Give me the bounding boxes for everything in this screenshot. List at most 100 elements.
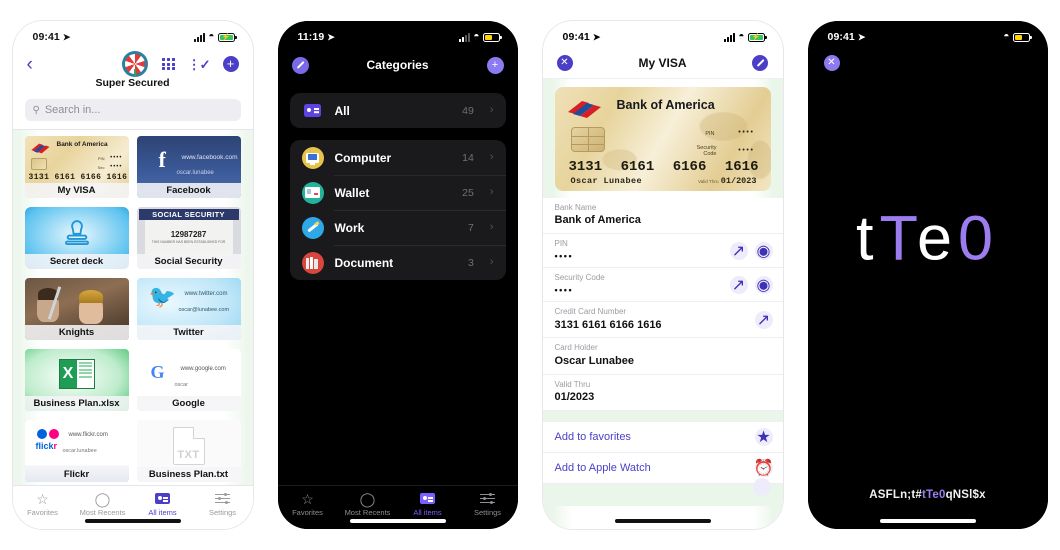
home-indicator[interactable] [879,519,976,523]
clock-icon: ◯ [94,490,111,507]
field-valid-thru[interactable]: Valid Thru 01/2023 [542,375,783,411]
bank-of-america-logo-icon [567,101,601,118]
plus-circle-icon[interactable]: + [222,56,239,72]
wifi-icon: ◓ [473,31,480,42]
home-indicator[interactable] [84,519,181,523]
tab-favorites[interactable]: ☆ Favorites [13,491,73,518]
phone-1-screen: 09:41 ➤ ◓ ⚡ ‹ ⋮✓ + Super Secured ⚲ Searc… [12,21,253,529]
flickr-wordmark: flickr [35,441,58,451]
tab-favorites[interactable]: ☆ Favorites [278,490,338,518]
search-input[interactable]: ⚲ Search in... [24,99,241,121]
list-item[interactable]: 🐦 www.twitter.com oscar@lunabee.com Twit… [136,278,241,340]
twitter-bird-icon: 🐦 [148,284,176,309]
category-row-all[interactable]: All 49 › [290,93,506,128]
expand-icon[interactable]: ↗ [729,275,748,294]
facebook-icon: f [158,147,166,172]
category-row-document[interactable]: Document 3 › [290,245,506,280]
card-number: 3131 6161 6166 1616 [28,173,128,182]
category-row-wallet[interactable]: Wallet 25 › [290,175,506,210]
category-count: 7 [467,221,474,234]
signal-bars-icon [459,32,471,42]
list-item[interactable]: G www.google.com oscar Google [136,349,241,411]
list-item-caption: Business Plan.xlsx [24,396,129,411]
tab-all-items[interactable]: All items [133,491,193,517]
tab-label: All items [148,508,177,517]
category-row-computer[interactable]: Computer 14 › [290,140,506,175]
expand-icon[interactable]: ↗ [754,310,773,329]
field-security-code[interactable]: Security Code •••• ↗ ◉ [542,268,783,303]
list-item[interactable]: Secret deck [24,207,129,269]
card-security-label: Security Code [696,145,717,158]
work-icon [301,216,324,239]
password-char: t [855,203,880,274]
tab-settings[interactable]: Settings [193,491,253,517]
star-add-icon[interactable]: ★ [754,427,773,446]
site-url: www.facebook.com [181,154,238,161]
search-icon: ⚲ [32,104,40,116]
add-to-favorites-row[interactable]: Add to favorites ★ [542,421,783,453]
category-row-work[interactable]: Work 7 › [290,210,506,245]
tab-settings[interactable]: Settings [458,491,518,517]
pencil-circle-icon[interactable] [752,54,769,71]
list-item[interactable]: f www.facebook.com oscar.lunabee Faceboo… [136,136,241,198]
eye-icon[interactable]: ◉ [754,241,773,260]
list-item[interactable]: TXT Business Plan.txt [136,420,241,482]
pin-label: PIN [97,156,105,161]
field-bank-name[interactable]: Bank Name Bank of America [542,198,783,235]
txt-glyph: TXT [177,448,200,461]
sliders-icon [480,491,495,506]
expand-icon[interactable]: ↗ [729,241,748,260]
tab-most-recents[interactable]: ◯ Most Recents [338,490,398,518]
apple-watch-icon[interactable]: ⏰ [754,458,773,477]
pencil-circle-icon[interactable] [291,56,309,74]
star-icon: ☆ [301,490,314,507]
search-placeholder: Search in... [44,104,101,116]
clock-icon: ◯ [359,490,376,507]
card-number: 3131 6161 6166 1616 [569,159,759,175]
category-count: 25 [462,186,474,199]
home-indicator[interactable] [349,519,446,523]
plus-circle-icon[interactable]: + [486,56,504,74]
sliders-icon [215,491,230,506]
action-label: Add to favorites [554,430,631,443]
list-item[interactable]: SOCIAL SECURITY 12987287 THIS NUMBER HAS… [136,207,241,269]
category-name: Wallet [334,185,370,200]
close-circle-icon[interactable]: ✕ [823,55,840,71]
pinwheel-avatar-icon[interactable] [122,51,149,77]
card-chip-icon [570,127,605,152]
list-item[interactable]: X Business Plan.xlsx [24,349,129,411]
tab-all-items[interactable]: All items [398,491,458,517]
signal-bars-icon [724,32,736,42]
card-valid-thru-label: Valid Thru [697,179,719,184]
list-item[interactable]: Knights [24,278,129,340]
field-card-holder[interactable]: Card Holder Oscar Lunabee [542,338,783,375]
field-value: Bank of America [554,214,641,227]
phone-4-password-reveal: 09:41 ➤ ◓ ✕ tTe0 ASFLn;t#tTe0qNSl$x [795,0,1060,550]
stamp-icon [64,220,89,246]
home-indicator[interactable] [614,519,711,523]
status-bar: 09:41 ➤ ◓ [808,21,1048,47]
nav-bar: ‹ ⋮✓ + Super Secured [13,47,253,91]
password-char: T [879,203,917,274]
scroll-peek [542,477,783,506]
checklist-icon[interactable]: ⋮✓ [188,58,211,71]
grid-icon[interactable] [162,57,175,71]
phone-3-screen: 09:41 ➤ ◓ ⚡ ✕ My VISA Bank of America PI… [542,21,783,529]
list-item-caption: Google [136,396,241,411]
field-credit-card-number[interactable]: Credit Card Number 3131 6161 6166 1616 ↗ [542,302,783,339]
partial-action-icon[interactable] [752,477,771,496]
field-label: Valid Thru [554,379,591,389]
field-value: 01/2023 [554,391,595,404]
detail-scroll[interactable]: Bank of America PIN •••• Security Code •… [542,79,783,529]
chevron-left-icon[interactable]: ‹ [27,55,51,74]
tab-most-recents[interactable]: ◯ Most Recents [73,490,133,518]
eye-icon[interactable]: ◉ [754,275,773,294]
list-item[interactable]: flickr www.flickr.com oscar.lunabee Flic… [24,420,129,482]
field-value: Oscar Lunabee [554,354,634,367]
ss-number: 12987287 [170,230,207,239]
field-pin[interactable]: PIN •••• ↗ ◉ [542,234,783,269]
page-title: Categories [366,58,429,72]
list-item[interactable]: Bank of America PIN •••• Sec •••• 3131 6… [24,136,129,198]
close-circle-icon[interactable]: ✕ [556,54,573,71]
phone-3-my-visa: 09:41 ➤ ◓ ⚡ ✕ My VISA Bank of America PI… [530,0,795,550]
